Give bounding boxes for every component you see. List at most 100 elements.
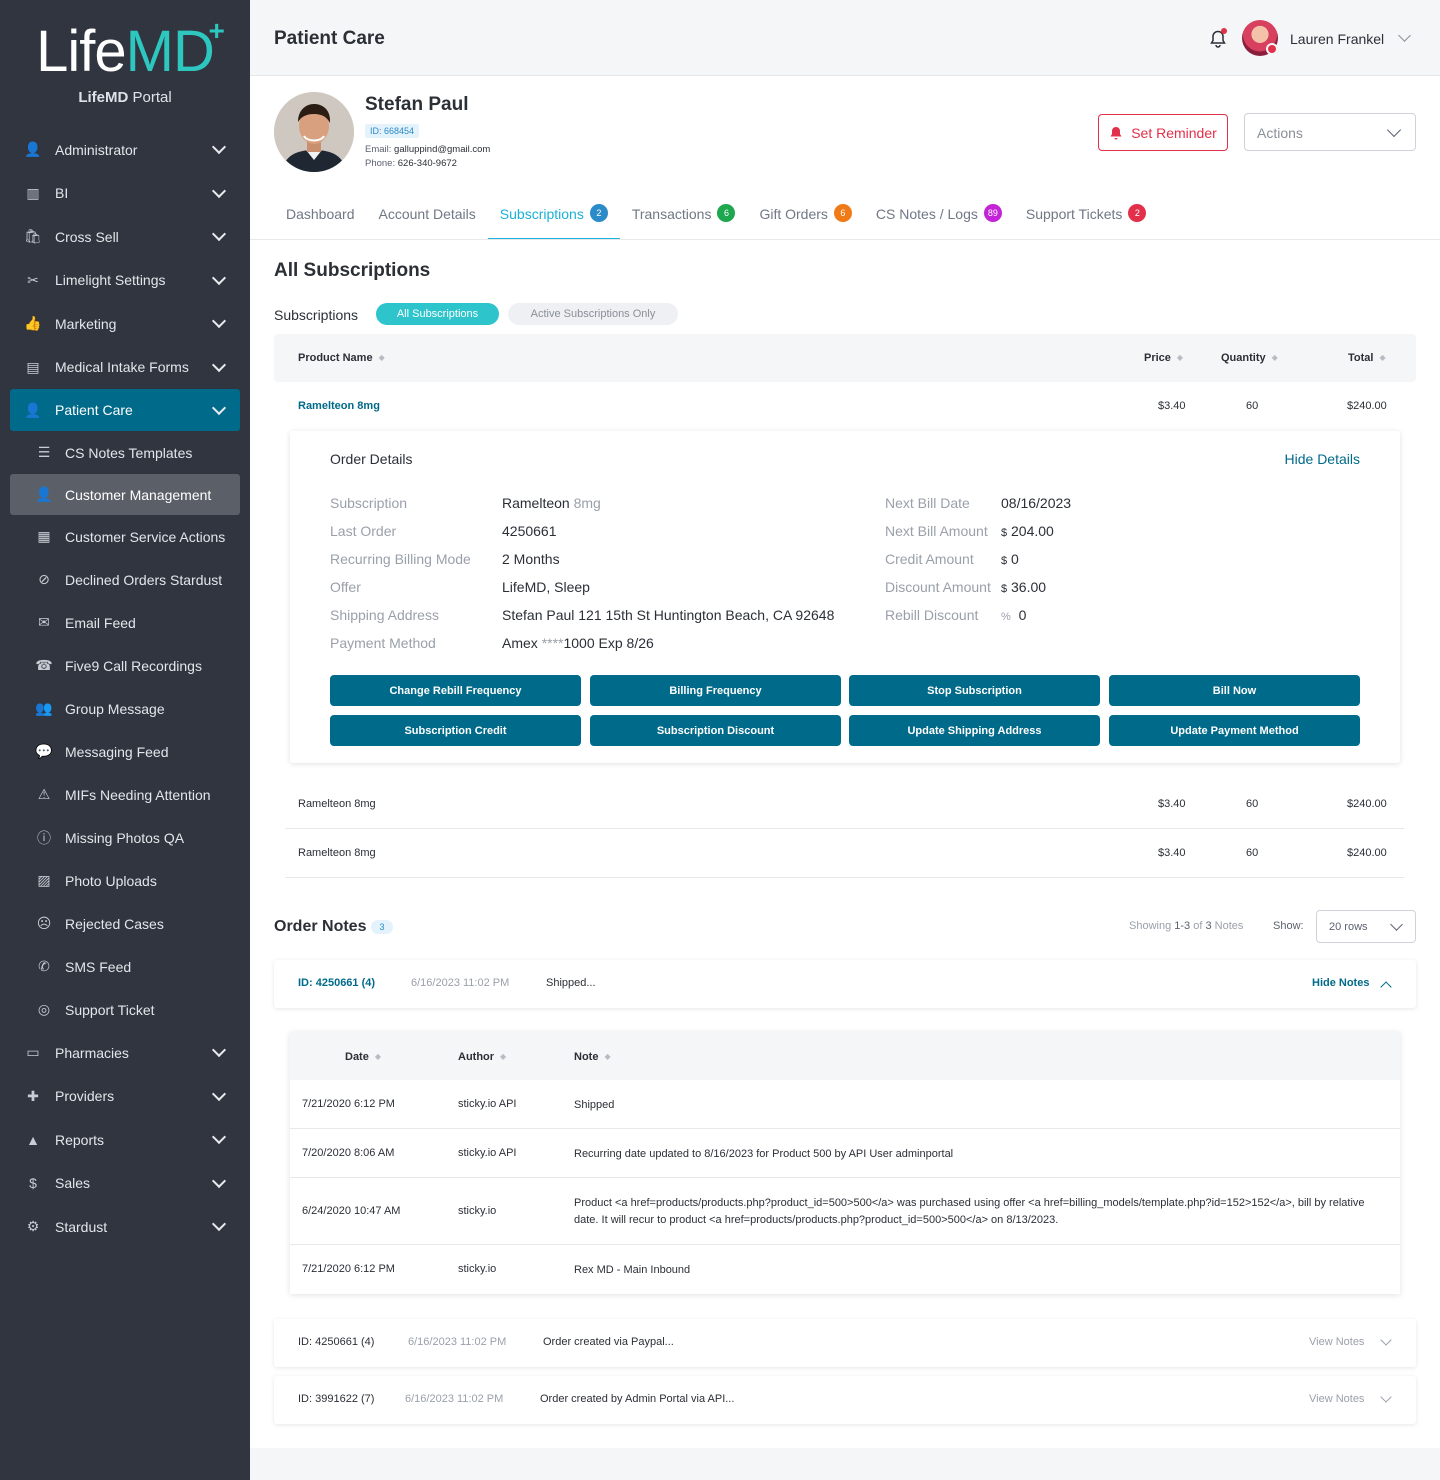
hide-details-link[interactable]: Hide Details bbox=[1285, 451, 1360, 467]
update-payment-method-button[interactable]: Update Payment Method bbox=[1109, 715, 1360, 746]
col-author-label: Author bbox=[458, 1051, 495, 1063]
chevron-down-icon[interactable] bbox=[211, 139, 227, 155]
chevron-down-icon[interactable] bbox=[211, 226, 227, 242]
view-notes-link[interactable]: View Notes bbox=[1309, 1393, 1364, 1405]
col-quantity[interactable]: Quantity ◆ bbox=[1221, 352, 1278, 364]
col-author[interactable]: Author ◆ bbox=[458, 1051, 506, 1063]
col-date[interactable]: Date ◆ bbox=[345, 1051, 381, 1063]
col-total-label: Total bbox=[1348, 352, 1374, 364]
chevron-down-icon[interactable] bbox=[211, 1216, 227, 1232]
sidebar-item-medical-intake-forms[interactable]: ▤ Medical Intake Forms bbox=[0, 346, 250, 390]
user-menu-chevron-down-icon[interactable] bbox=[1398, 29, 1411, 42]
hide-notes-link[interactable]: Hide Notes bbox=[1312, 977, 1369, 989]
update-shipping-address-button[interactable]: Update Shipping Address bbox=[849, 715, 1100, 746]
patient-name: Stefan Paul bbox=[365, 94, 469, 115]
detail-value-text: 204.00 bbox=[1011, 523, 1054, 539]
sidebar-item-email-feed[interactable]: ✉ Email Feed bbox=[0, 601, 250, 644]
note-preview: Order created by Admin Portal via API... bbox=[540, 1393, 735, 1405]
order-details-card: Order Details Hide Details Subscription … bbox=[290, 431, 1400, 763]
sidebar-item-customer-management[interactable]: 👤 Customer Management bbox=[10, 474, 240, 515]
sidebar-item-providers[interactable]: ✚ Providers bbox=[0, 1075, 250, 1119]
user-name[interactable]: Lauren Frankel bbox=[1290, 31, 1384, 47]
chevron-down-icon[interactable] bbox=[211, 183, 227, 198]
order-note-card[interactable]: ID: 4250661 (4) 6/16/2023 11:02 PM Shipp… bbox=[274, 960, 1416, 1008]
tab-account-details[interactable]: Account Details bbox=[367, 186, 488, 240]
chevron-down-icon[interactable] bbox=[211, 1129, 227, 1145]
sidebar-item-bi[interactable]: ▥ BI bbox=[0, 172, 250, 216]
tab-cs-notes-logs[interactable]: CS Notes / Logs 89 bbox=[864, 186, 1014, 240]
row-quantity: 60 bbox=[1246, 847, 1259, 859]
lifemd-logo[interactable]: LifeMD + LifeMD Portal bbox=[0, 0, 250, 128]
view-notes-link[interactable]: View Notes bbox=[1309, 1336, 1364, 1348]
row-product[interactable]: Ramelteon 8mg bbox=[298, 798, 376, 810]
actions-dropdown[interactable]: Actions bbox=[1244, 113, 1416, 151]
sidebar-item-cross-sell[interactable]: 🛍 Cross Sell bbox=[0, 215, 250, 259]
row-product[interactable]: Ramelteon 8mg bbox=[298, 400, 380, 412]
sidebar-item-missing-photos-qa[interactable]: ⓘ Missing Photos QA bbox=[0, 816, 250, 859]
note-order-id[interactable]: ID: 4250661 (4) bbox=[298, 1336, 374, 1348]
email-label: Email: bbox=[365, 144, 392, 155]
chevron-down-icon[interactable] bbox=[211, 1086, 227, 1101]
sidebar-item-messaging-feed[interactable]: 💬 Messaging Feed bbox=[0, 730, 250, 773]
sidebar-item-marketing[interactable]: 👍 Marketing bbox=[0, 302, 250, 346]
order-note-card[interactable]: ID: 3991622 (7) 6/16/2023 11:02 PM Order… bbox=[274, 1376, 1416, 1424]
sidebar-item-administrator[interactable]: 👤 Administrator bbox=[0, 128, 250, 172]
note-order-id[interactable]: ID: 4250661 (4) bbox=[298, 977, 375, 989]
subscription-credit-button[interactable]: Subscription Credit bbox=[330, 715, 581, 746]
col-product-name[interactable]: Product Name ◆ bbox=[298, 352, 385, 364]
sidebar-item-limelight-settings[interactable]: ✂ Limelight Settings bbox=[0, 259, 250, 303]
sidebar-item-sms-feed[interactable]: ✆ SMS Feed bbox=[0, 945, 250, 988]
sidebar-item-declined-orders-stardust[interactable]: ⊘ Declined Orders Stardust bbox=[0, 558, 250, 601]
sidebar-item-reports[interactable]: ▲ Reports bbox=[0, 1118, 250, 1162]
detail-label: Credit Amount bbox=[885, 551, 974, 567]
chevron-down-icon[interactable] bbox=[211, 400, 227, 416]
col-price[interactable]: Price ◆ bbox=[1144, 352, 1183, 364]
billing-frequency-button[interactable]: Billing Frequency bbox=[590, 675, 841, 706]
tab-dashboard[interactable]: Dashboard bbox=[274, 186, 367, 240]
tab-subscriptions[interactable]: Subscriptions 2 bbox=[487, 186, 620, 240]
filter-all-subscriptions[interactable]: All Subscriptions bbox=[376, 303, 499, 325]
stop-subscription-button[interactable]: Stop Subscription bbox=[849, 675, 1100, 706]
sidebar-item-group-message[interactable]: 👥 Group Message bbox=[0, 687, 250, 730]
tab-support-tickets[interactable]: Support Tickets 2 bbox=[1014, 186, 1159, 240]
rows-per-page-select[interactable]: 20 rows bbox=[1316, 910, 1416, 943]
chevron-up-icon[interactable] bbox=[1380, 981, 1392, 993]
detail-label: Rebill Discount bbox=[885, 607, 979, 623]
chevron-down-icon[interactable] bbox=[211, 1042, 227, 1058]
subscription-discount-button[interactable]: Subscription Discount bbox=[590, 715, 841, 746]
filter-active-subscriptions[interactable]: Active Subscriptions Only bbox=[508, 303, 678, 325]
note-order-id[interactable]: ID: 3991622 (7) bbox=[298, 1393, 374, 1405]
sidebar-item-rejected-cases[interactable]: ☹ Rejected Cases bbox=[0, 902, 250, 945]
sidebar-item-pharmacies[interactable]: ▭ Pharmacies bbox=[0, 1031, 250, 1075]
chevron-down-icon[interactable] bbox=[1380, 1391, 1392, 1403]
sidebar-item-mifs-needing-attention[interactable]: ⚠ MIFs Needing Attention bbox=[0, 773, 250, 816]
sidebar-item-label: Limelight Settings bbox=[55, 272, 166, 289]
warning-icon: ⚠ bbox=[37, 786, 51, 802]
row-product[interactable]: Ramelteon 8mg bbox=[298, 847, 376, 859]
sidebar-item-support-ticket[interactable]: ◎ Support Ticket bbox=[0, 988, 250, 1031]
sidebar-item-customer-service-actions[interactable]: ▦ Customer Service Actions bbox=[0, 515, 250, 558]
sidebar-item-cs-notes-templates[interactable]: ☰ CS Notes Templates bbox=[0, 431, 250, 474]
chevron-down-icon[interactable] bbox=[211, 1173, 227, 1188]
chevron-down-icon[interactable] bbox=[211, 270, 227, 285]
note-row-text: Rex MD - Main Inbound bbox=[574, 1264, 691, 1276]
currency-symbol: $ bbox=[1001, 583, 1008, 595]
notes-table-header: Date ◆ Author ◆ Note ◆ bbox=[290, 1032, 1400, 1080]
sidebar-item-sales[interactable]: $ Sales bbox=[0, 1162, 250, 1206]
sidebar-item-patient-care[interactable]: 👤 Patient Care bbox=[10, 389, 240, 431]
sidebar-item-five9-call-recordings[interactable]: ☎ Five9 Call Recordings bbox=[0, 644, 250, 687]
chevron-down-icon[interactable] bbox=[211, 313, 227, 329]
detail-value-text: Ramelteon bbox=[502, 495, 570, 511]
chevron-down-icon[interactable] bbox=[1380, 1334, 1392, 1346]
change-rebill-frequency-button[interactable]: Change Rebill Frequency bbox=[330, 675, 581, 706]
tab-gift-orders[interactable]: Gift Orders 6 bbox=[747, 186, 863, 240]
set-reminder-button[interactable]: Set Reminder bbox=[1098, 114, 1228, 151]
col-total[interactable]: Total ◆ bbox=[1348, 352, 1386, 364]
bill-now-button[interactable]: Bill Now bbox=[1109, 675, 1360, 706]
order-note-card[interactable]: ID: 4250661 (4) 6/16/2023 11:02 PM Order… bbox=[274, 1319, 1416, 1367]
sidebar-item-photo-uploads[interactable]: ▨ Photo Uploads bbox=[0, 859, 250, 902]
tab-transactions[interactable]: Transactions 6 bbox=[620, 186, 748, 240]
chevron-down-icon[interactable] bbox=[211, 357, 227, 372]
sidebar-item-stardust[interactable]: ⚙ Stardust bbox=[0, 1205, 250, 1249]
col-note[interactable]: Note ◆ bbox=[574, 1051, 611, 1063]
